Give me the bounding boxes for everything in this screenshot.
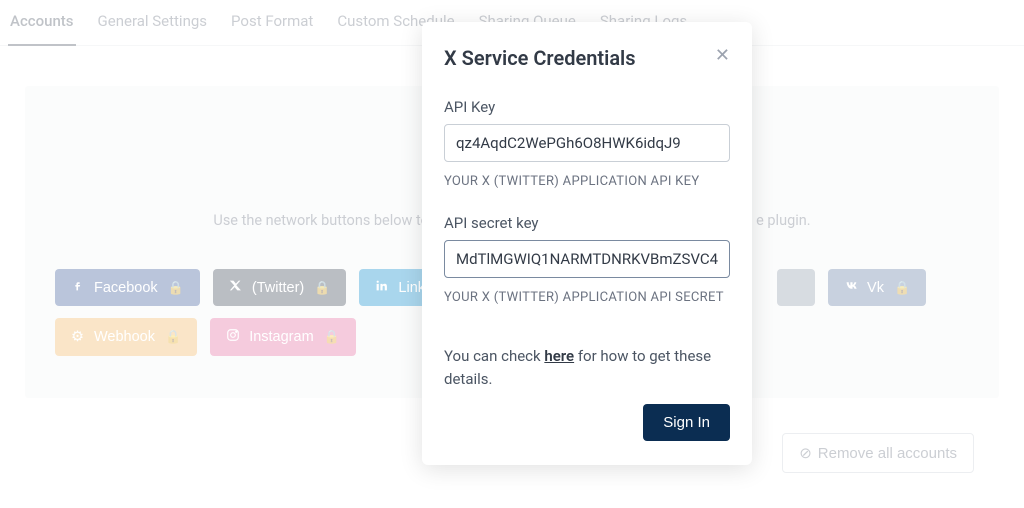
lock-icon: 🔒 [165,329,181,345]
tab-accounts[interactable]: Accounts [8,12,76,46]
close-button[interactable]: ✕ [715,46,730,64]
instagram-icon [226,328,239,346]
webhook-icon: ⚙ [71,329,84,345]
lock-icon: 🔒 [324,329,340,345]
instagram-button[interactable]: Instagram 🔒 [210,318,356,356]
modal-title: X Service Credentials [444,46,636,70]
api-secret-input[interactable] [444,240,730,278]
api-key-help: YOUR X (TWITTER) APPLICATION API KEY [444,172,730,192]
webhook-button[interactable]: ⚙ Webhook 🔒 [55,318,197,356]
info-text: You can check here for how to get these … [444,345,730,390]
facebook-icon [71,279,84,296]
vk-button[interactable]: Vk 🔒 [828,269,926,306]
lock-icon: 🔒 [314,280,330,296]
api-secret-help: YOUR X (TWITTER) APPLICATION API SECRET [444,288,730,308]
prohibit-icon: ⊘ [799,444,812,462]
info-link[interactable]: here [544,347,574,365]
lock-icon: 🔒 [168,280,184,296]
tab-general-settings[interactable]: General Settings [96,12,210,45]
x-twitter-button[interactable]: (Twitter) 🔒 [213,269,347,306]
api-key-input[interactable] [444,124,730,162]
close-icon: ✕ [715,45,730,65]
tab-post-format[interactable]: Post Format [229,12,315,45]
facebook-button[interactable]: Facebook 🔒 [55,269,200,306]
lock-icon: 🔒 [894,280,910,296]
credentials-modal: X Service Credentials ✕ API Key YOUR X (… [422,22,752,465]
remove-all-accounts-button[interactable]: ⊘ Remove all accounts [782,433,974,473]
sign-in-button[interactable]: Sign In [643,404,730,441]
x-icon [229,279,242,296]
vk-icon [844,279,857,296]
gray-button-1[interactable] [777,269,815,306]
api-secret-label: API secret key [444,214,730,232]
api-key-label: API Key [444,98,730,116]
linkedin-icon [375,279,388,296]
